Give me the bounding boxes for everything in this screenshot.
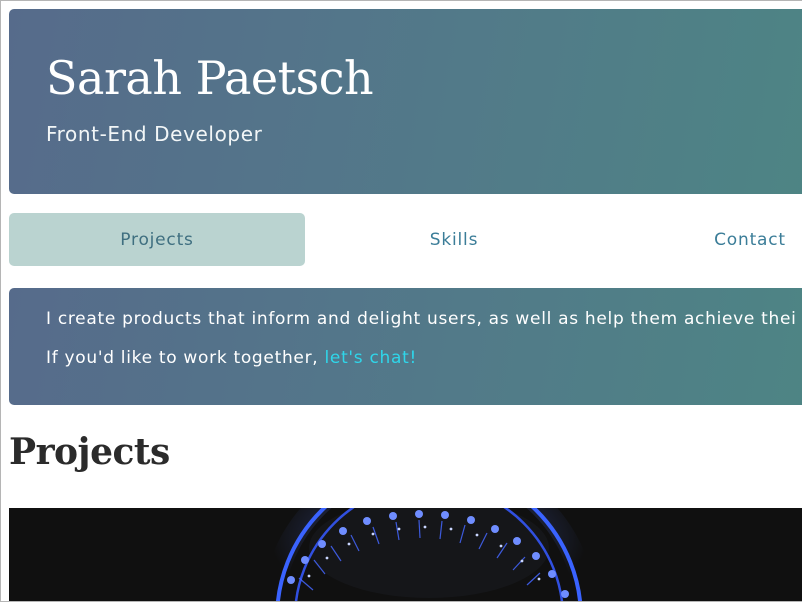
lets-chat-link[interactable]: let's chat! — [324, 348, 417, 368]
ferris-wheel-photo-icon — [9, 508, 802, 601]
nav-contact[interactable]: Contact — [602, 213, 802, 266]
intro-contact-line: If you'd like to work together, let's ch… — [46, 348, 417, 368]
hero-name: Sarah Paetsch — [46, 51, 374, 105]
project-thumbnail[interactable] — [9, 508, 802, 601]
nav-contact-label: Contact — [714, 229, 786, 250]
nav-skills-label: Skills — [429, 229, 479, 250]
intro-text: I create products that inform and deligh… — [46, 309, 797, 329]
nav-skills[interactable]: Skills — [306, 213, 602, 266]
page-frame: Sarah Paetsch Front-End Developer Projec… — [0, 0, 802, 602]
intro-contact-prefix: If you'd like to work together, — [46, 348, 325, 368]
projects-heading: Projects — [9, 431, 170, 473]
nav-projects-label: Projects — [120, 229, 194, 250]
hero-role: Front-End Developer — [46, 122, 263, 146]
intro-panel — [9, 288, 802, 405]
nav-projects[interactable]: Projects — [9, 213, 305, 266]
